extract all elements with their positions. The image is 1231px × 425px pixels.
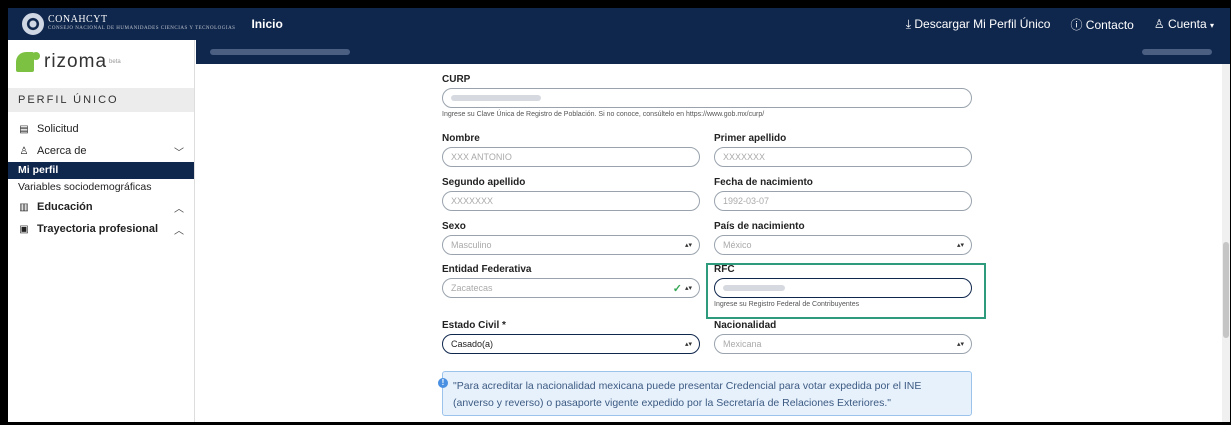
sexo-select[interactable]: Masculino ▴▾ — [442, 235, 700, 255]
estado-civil-label: Estado Civil * — [442, 320, 506, 331]
help-circle-icon: ⓘ — [1070, 17, 1083, 32]
pais-nacimiento-group: País de nacimiento México ▴▾ — [714, 221, 972, 255]
curp-group: CURP Ingrese su Clave Única de Registro … — [442, 74, 972, 118]
sexo-group: Sexo Masculino ▴▾ — [442, 221, 700, 255]
nombre-label: Nombre — [442, 133, 480, 144]
sidebar-item-label: Trayectoria profesional — [37, 223, 159, 235]
rizoma-logo-text: rizoma — [44, 51, 108, 72]
segundo-apellido-input[interactable]: XXXXXXX — [442, 191, 700, 211]
entidad-group: Entidad Federativa Zacatecas ✓ ▴▾ — [442, 264, 700, 298]
scrollbar-thumb[interactable] — [1223, 242, 1229, 338]
sidebar-item-label: Educación — [37, 201, 93, 213]
curp-input[interactable] — [442, 88, 972, 108]
sidebar-item-solicitud[interactable]: ▤ Solicitud — [8, 118, 194, 140]
conahcyt-logo-icon — [22, 13, 44, 35]
top-bar: CONAHCYT CONSEJO NACIONAL DE HUMANIDADES… — [8, 8, 1230, 40]
document-icon: ▤ — [19, 123, 29, 135]
select-arrows-icon: ▴▾ — [684, 341, 692, 348]
sidebar-item-trayectoria[interactable]: ▣ Trayectoria profesional ︿ — [8, 218, 194, 240]
rizoma-logo-badge: beta — [109, 59, 121, 65]
pais-nacimiento-label: País de nacimiento — [714, 221, 805, 232]
estado-civil-group: Estado Civil * Casado(a) ▴▾ — [442, 320, 700, 354]
estado-civil-value: Casado(a) — [451, 339, 494, 349]
app-window: CONAHCYT CONSEJO NACIONAL DE HUMANIDADES… — [8, 8, 1230, 422]
entidad-label: Entidad Federativa — [442, 264, 532, 275]
download-profile-link[interactable]: ⤓ Descargar Mi Perfil Único — [906, 17, 1051, 32]
sexo-label: Sexo — [442, 221, 466, 232]
download-profile-label: Descargar Mi Perfil Único — [914, 16, 1051, 31]
primer-apellido-input[interactable]: XXXXXXX — [714, 147, 972, 167]
pais-nacimiento-select[interactable]: México ▴▾ — [714, 235, 972, 255]
primer-apellido-value: XXXXXXX — [723, 152, 766, 162]
primer-apellido-group: Primer apellido XXXXXXX — [714, 133, 972, 167]
sidebar-section-title: PERFIL ÚNICO — [8, 88, 194, 112]
nombre-group: Nombre XXX ANTONIO — [442, 133, 700, 167]
segundo-apellido-value: XXXXXXX — [451, 196, 494, 206]
segundo-apellido-label: Segundo apellido — [442, 177, 526, 188]
inicio-link[interactable]: Inicio — [251, 17, 282, 31]
info-icon: ! — [438, 378, 448, 388]
nacionalidad-select[interactable]: Mexicana ▴▾ — [714, 334, 972, 354]
entidad-select[interactable]: Zacatecas ✓ ▴▾ — [442, 278, 700, 298]
user-name-redacted — [210, 49, 350, 55]
contact-label: Contacto — [1085, 17, 1134, 32]
curp-label: CURP — [442, 74, 471, 85]
rizoma-logo[interactable]: rizoma beta — [8, 40, 194, 84]
primer-apellido-label: Primer apellido — [714, 133, 787, 144]
sidebar-nav: ▤ Solicitud ♙ Acerca de ﹀ Mi perfil Vari… — [8, 118, 194, 240]
contact-link[interactable]: ⓘ Contacto — [1070, 16, 1133, 33]
sidebar-item-variables[interactable]: Variables sociodemográficas — [8, 179, 194, 196]
brand-logo[interactable]: CONAHCYT CONSEJO NACIONAL DE HUMANIDADES… — [48, 15, 235, 33]
main-content: CURP Ingrese su Clave Única de Registro … — [196, 40, 1230, 422]
segundo-apellido-group: Segundo apellido XXXXXXX — [442, 177, 700, 211]
sidebar-item-acerca-de[interactable]: ♙ Acerca de ﹀ — [8, 140, 194, 162]
select-arrows-icon: ▴▾ — [956, 341, 964, 348]
estado-civil-select[interactable]: Casado(a) ▴▾ — [442, 334, 700, 354]
info-text: "Para acreditar la nacionalidad mexicana… — [453, 380, 922, 409]
nombre-value: XXX ANTONIO — [451, 152, 512, 162]
brand-subtitle: CONSEJO NACIONAL DE HUMANIDADES CIENCIAS… — [48, 26, 236, 31]
nombre-input[interactable]: XXX ANTONIO — [442, 147, 700, 167]
select-arrows-icon: ▴▾ — [684, 285, 692, 292]
select-arrows-icon: ▴▾ — [684, 242, 692, 249]
user-icon: ♙ — [1153, 17, 1165, 31]
sexo-value: Masculino — [451, 240, 492, 250]
chevron-up-icon: ︿ — [174, 225, 184, 237]
user-banner — [196, 40, 1230, 64]
account-label: Cuenta — [1167, 17, 1207, 31]
book-icon: ▥ — [19, 201, 29, 213]
user-id-redacted — [1142, 49, 1212, 55]
nationality-info-alert: ! "Para acreditar la nacionalidad mexica… — [438, 371, 972, 416]
sidebar: rizoma beta PERFIL ÚNICO ▤ Solicitud ♙ A… — [8, 40, 195, 422]
curp-help: Ingrese su Clave Única de Registro de Po… — [442, 111, 765, 118]
rizoma-mark-icon — [16, 52, 40, 72]
fecha-nacimiento-value: 1992-03-07 — [723, 196, 770, 206]
sidebar-item-mi-perfil[interactable]: Mi perfil — [8, 162, 194, 179]
fecha-nacimiento-group: Fecha de nacimiento 1992-03-07 — [714, 177, 972, 211]
badge-icon: ▣ — [19, 223, 29, 235]
chevron-down-icon: ﹀ — [174, 147, 184, 159]
account-menu[interactable]: ♙ Cuenta ▾ — [1154, 17, 1214, 31]
entidad-value: Zacatecas — [451, 283, 493, 293]
check-icon: ✓ — [672, 282, 682, 295]
sidebar-item-label: Solicitud — [37, 123, 79, 135]
nacionalidad-label: Nacionalidad — [714, 320, 777, 331]
top-actions: ⤓ Descargar Mi Perfil Único ⓘ Contacto ♙… — [906, 16, 1214, 33]
sidebar-item-educacion[interactable]: ▥ Educación ︿ — [8, 196, 194, 218]
select-arrows-icon: ▴▾ — [956, 242, 964, 249]
caret-down-icon: ▾ — [1209, 21, 1214, 30]
fecha-nacimiento-label: Fecha de nacimiento — [714, 177, 813, 188]
sidebar-item-label: Acerca de — [37, 145, 87, 157]
pais-nacimiento-value: México — [723, 240, 752, 250]
download-icon: ⤓ — [905, 16, 912, 31]
nacionalidad-group: Nacionalidad Mexicana ▴▾ — [714, 320, 972, 354]
person-icon: ♙ — [19, 145, 29, 157]
chevron-up-icon: ︿ — [174, 203, 184, 215]
scrollbar[interactable] — [1222, 64, 1230, 422]
nacionalidad-value: Mexicana — [723, 339, 762, 349]
rfc-highlight-box — [706, 263, 986, 319]
curp-redacted — [451, 95, 541, 101]
fecha-nacimiento-input[interactable]: 1992-03-07 — [714, 191, 972, 211]
